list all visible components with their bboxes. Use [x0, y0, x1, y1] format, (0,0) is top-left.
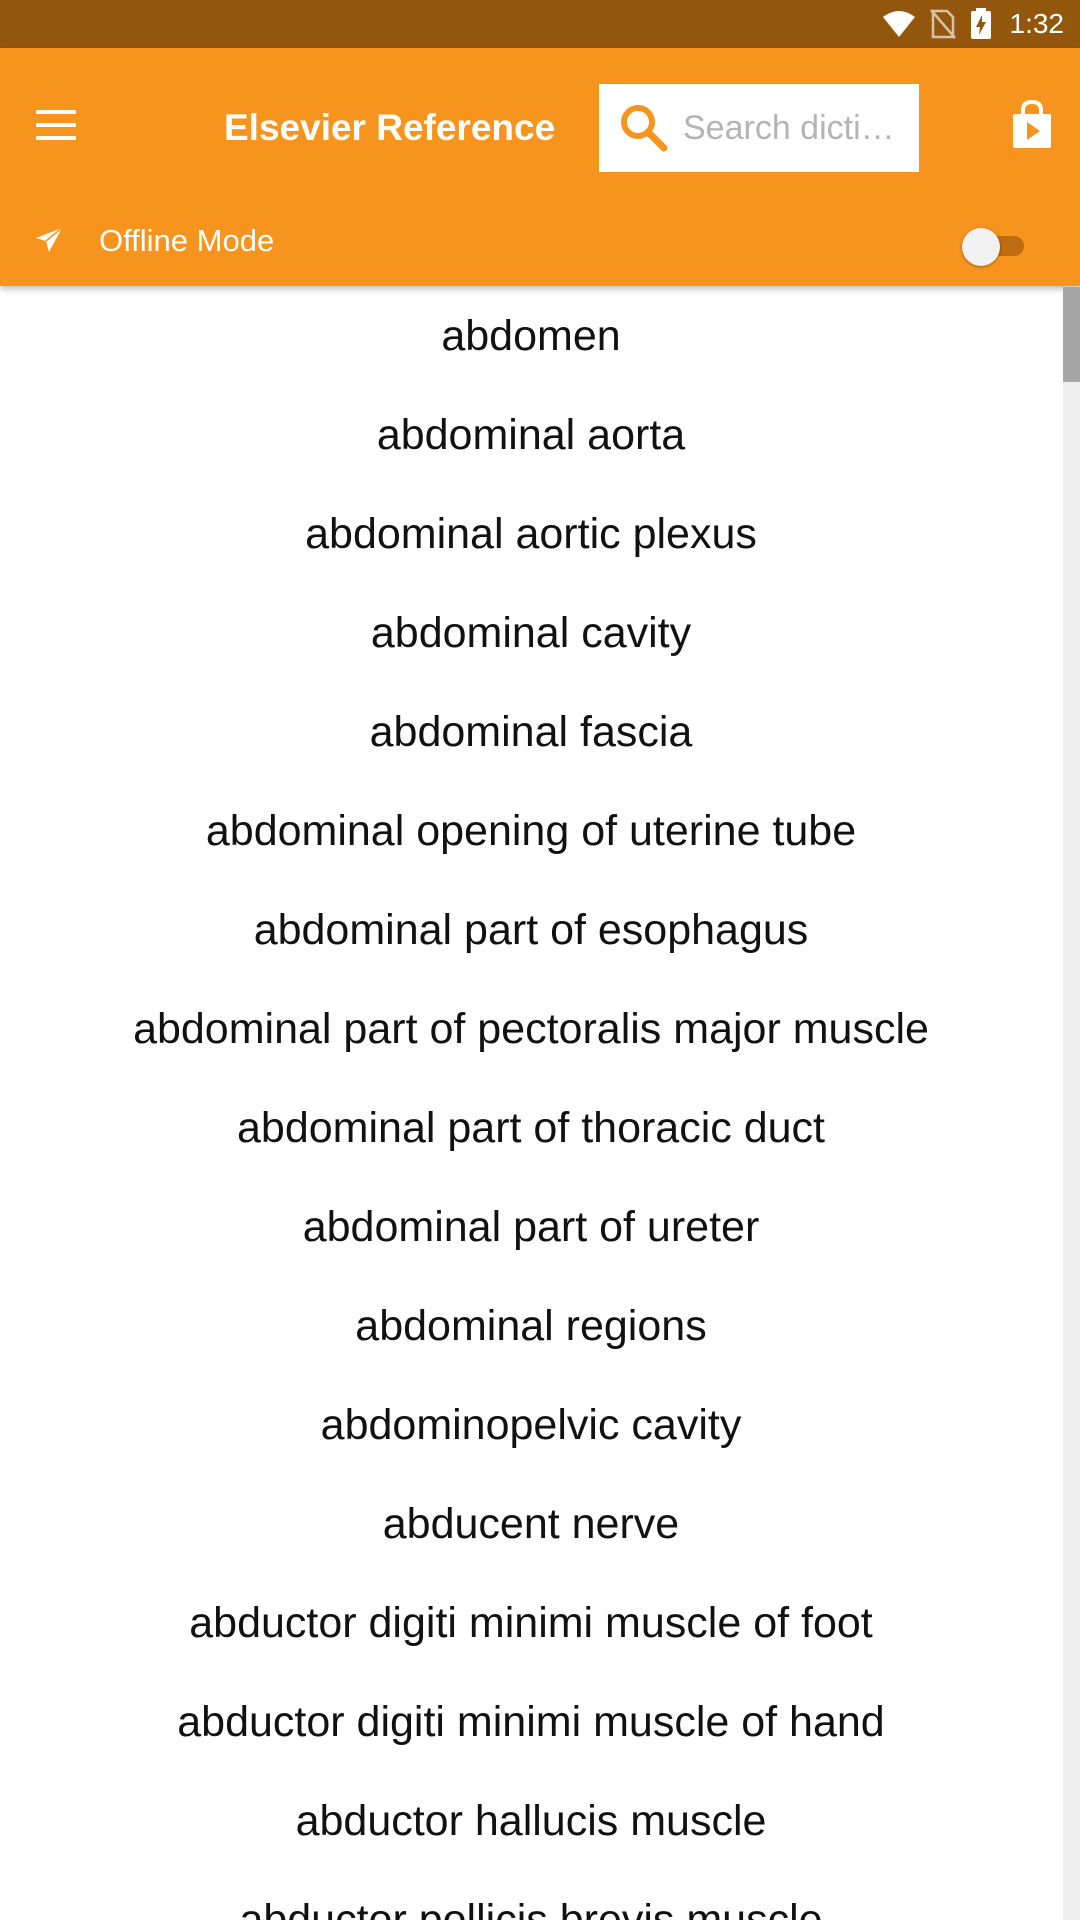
list-item[interactable]: abdominal cavity	[0, 584, 1062, 683]
search-box[interactable]	[599, 84, 919, 172]
list-item[interactable]: abductor digiti minimi muscle of foot	[0, 1574, 1062, 1673]
status-bar: 1:32	[0, 0, 1080, 48]
list-item[interactable]: abdominal fascia	[0, 683, 1062, 782]
list-item[interactable]: abdominal regions	[0, 1277, 1062, 1376]
list-item[interactable]: abdominal aortic plexus	[0, 485, 1062, 584]
list-item[interactable]: abductor pollicis brevis muscle	[0, 1871, 1062, 1920]
offline-mode-label: Offline Mode	[99, 223, 275, 258]
status-icons: 1:32	[882, 0, 1065, 48]
hamburger-menu-icon[interactable]	[36, 110, 76, 140]
list-item[interactable]: abdominal aorta	[0, 386, 1062, 485]
toggle-thumb	[962, 228, 1000, 266]
shopping-bag-play-icon[interactable]	[1012, 100, 1052, 150]
list-item[interactable]: abdominal part of pectoralis major muscl…	[0, 980, 1062, 1079]
scrollbar-track[interactable]	[1063, 287, 1080, 1920]
search-icon	[621, 105, 668, 152]
status-time: 1:32	[1009, 8, 1065, 39]
list-item[interactable]: abdomen	[0, 287, 1062, 386]
list-item[interactable]: abdominal part of thoracic duct	[0, 1079, 1062, 1178]
app-bar: Elsevier Reference Offline Mode	[0, 48, 1080, 286]
app-title: Elsevier Reference	[224, 107, 556, 148]
scrollbar-thumb[interactable]	[1063, 287, 1080, 382]
list-item[interactable]: abdominal part of esophagus	[0, 881, 1062, 980]
no-sim-icon	[929, 9, 956, 39]
list-item[interactable]: abductor digiti minimi muscle of hand	[0, 1673, 1062, 1772]
search-input[interactable]	[681, 107, 905, 149]
term-list: abdomen abdominal aorta abdominal aortic p…	[0, 287, 1062, 1920]
airplane-icon	[36, 227, 63, 252]
list-item[interactable]: abdominal part of ureter	[0, 1178, 1062, 1277]
battery-charging-icon	[970, 8, 991, 39]
list-item[interactable]: abductor hallucis muscle	[0, 1772, 1062, 1871]
list-item[interactable]: abducent nerve	[0, 1475, 1062, 1574]
offline-mode-toggle[interactable]	[962, 228, 1024, 266]
offline-mode-row: Offline Mode	[0, 208, 1080, 286]
wifi-icon	[882, 11, 915, 37]
list-item[interactable]: abdominopelvic cavity	[0, 1376, 1062, 1475]
list-item[interactable]: abdominal opening of uterine tube	[0, 782, 1062, 881]
